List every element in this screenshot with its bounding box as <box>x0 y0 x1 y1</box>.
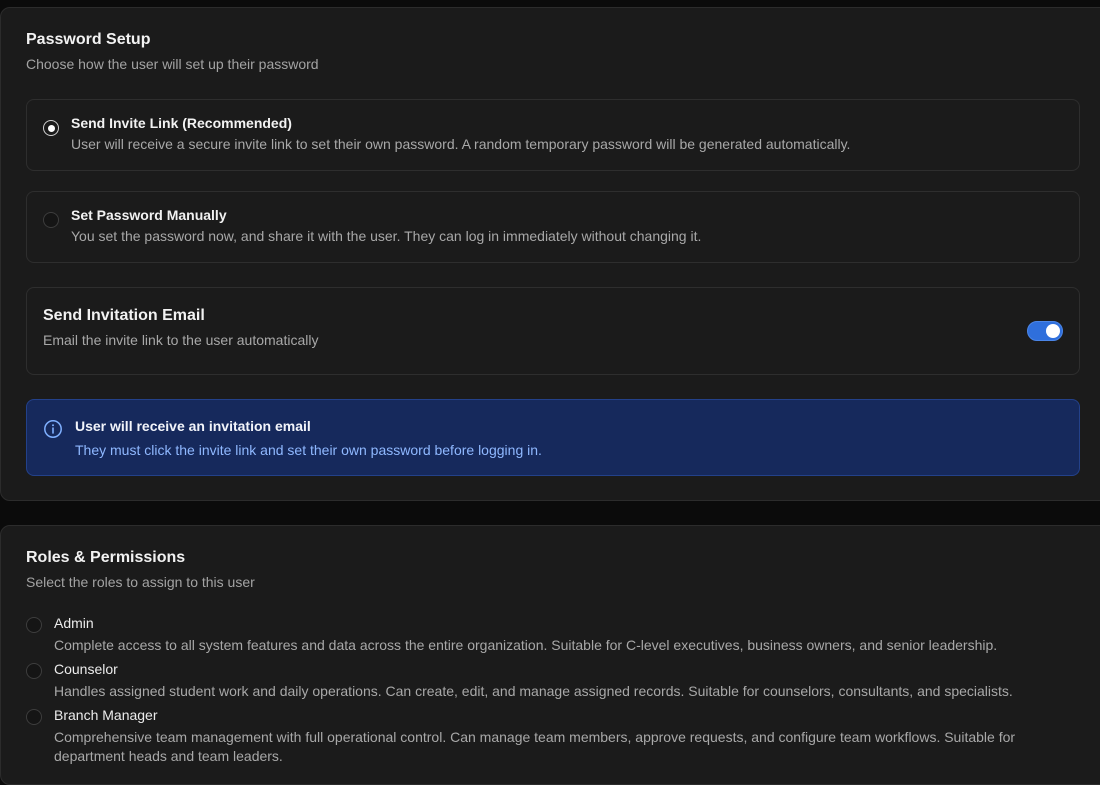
send-invite-link-description: User will receive a secure invite link t… <box>71 136 851 152</box>
role-counselor-radio[interactable] <box>26 663 42 679</box>
role-counselor-name: Counselor <box>54 661 118 677</box>
send-invitation-email-toggle[interactable] <box>1027 321 1063 341</box>
password-setup-title: Password Setup <box>26 31 151 48</box>
role-branch-manager-description: Comprehensive team management with full … <box>54 729 1016 764</box>
info-banner-title: User will receive an invitation email <box>75 418 311 434</box>
invitation-info-banner: User will receive an invitation email Th… <box>26 399 1080 476</box>
set-password-manually-radio[interactable] <box>43 212 59 228</box>
roles-subtitle: Select the roles to assign to this user <box>26 574 255 590</box>
role-admin-description: Complete access to all system features a… <box>54 637 998 653</box>
role-branch-manager-name: Branch Manager <box>54 707 158 723</box>
password-setup-subtitle: Choose how the user will set up their pa… <box>26 56 319 72</box>
password-setup-card: Password Setup Choose how the user will … <box>0 7 1100 501</box>
send-invitation-email-setting: Send Invitation Email Email the invite l… <box>26 287 1080 375</box>
set-password-manually-description: You set the password now, and share it w… <box>71 228 702 244</box>
info-banner-description: They must click the invite link and set … <box>75 442 542 458</box>
info-icon <box>44 420 62 438</box>
role-branch-manager-radio[interactable] <box>26 709 42 725</box>
send-invitation-email-title: Send Invitation Email <box>43 307 205 324</box>
roles-title: Roles & Permissions <box>26 549 186 566</box>
set-password-manually-title: Set Password Manually <box>71 207 227 223</box>
send-invitation-email-description: Email the invite link to the user automa… <box>43 332 319 348</box>
send-invite-link-title: Send Invite Link (Recommended) <box>71 115 292 131</box>
role-counselor-description: Handles assigned student work and daily … <box>54 683 1013 699</box>
roles-permissions-card: Roles & Permissions Select the roles to … <box>0 525 1100 785</box>
role-admin-radio[interactable] <box>26 617 42 633</box>
send-invite-link-radio[interactable] <box>43 120 59 136</box>
option-set-password-manually[interactable]: Set Password Manually You set the passwo… <box>26 191 1080 263</box>
option-send-invite-link[interactable]: Send Invite Link (Recommended) User will… <box>26 99 1080 171</box>
role-admin-name: Admin <box>54 615 94 631</box>
